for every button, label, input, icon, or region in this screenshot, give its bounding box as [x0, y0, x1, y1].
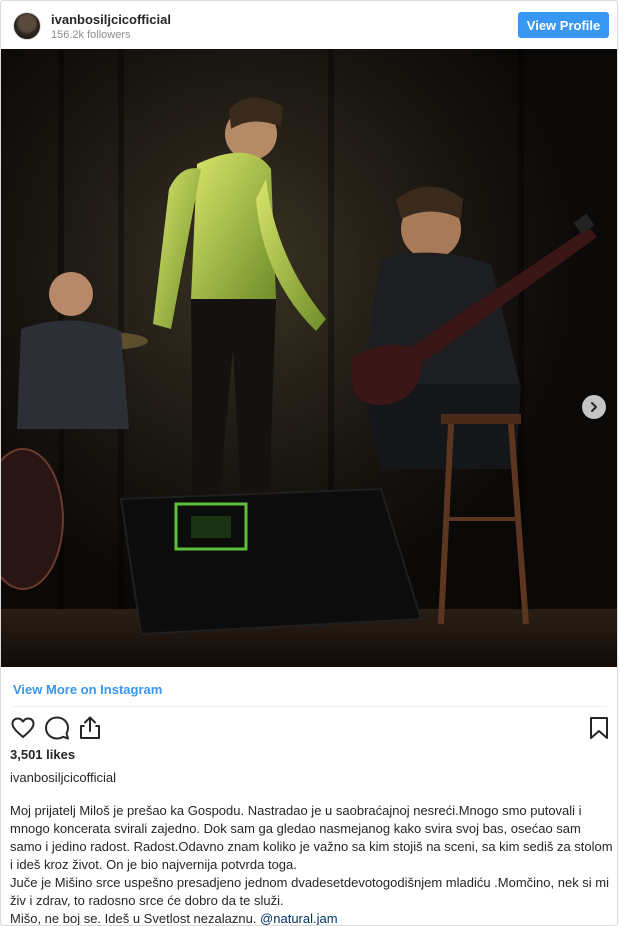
instagram-embed-card: ivanbosiljcicofficial 156.2k followers V… — [0, 0, 618, 926]
post-caption: Moj prijatelj Miloš je prešao ka Gospodu… — [10, 802, 614, 926]
caption-last-line: Mišo, ne boj se. Ideš u Svetlost nezalaz… — [10, 911, 257, 926]
avatar[interactable] — [13, 12, 41, 40]
post-photo[interactable] — [1, 49, 617, 667]
chevron-right-icon — [591, 402, 597, 412]
caption-paragraph: Moj prijatelj Miloš je prešao ka Gospodu… — [10, 803, 613, 872]
share-icon[interactable] — [77, 715, 103, 741]
follower-count: 156.2k followers — [51, 29, 131, 41]
next-photo-button[interactable] — [582, 395, 606, 419]
divider — [13, 706, 607, 707]
bookmark-icon[interactable] — [586, 715, 612, 741]
view-more-link[interactable]: View More on Instagram — [13, 682, 162, 697]
concert-photo-image — [1, 49, 617, 667]
view-profile-button[interactable]: View Profile — [518, 12, 609, 38]
like-count[interactable]: 3,501 likes — [10, 747, 75, 762]
username[interactable]: ivanbosiljcicofficial — [51, 12, 171, 27]
caption-paragraph: Juče je Mišino srce uspešno presadjeno j… — [10, 875, 610, 908]
caption-username[interactable]: ivanbosiljcicofficial — [10, 770, 116, 785]
heart-icon[interactable] — [10, 715, 36, 741]
mention-link[interactable]: @natural.jam — [260, 911, 338, 925]
comment-icon[interactable] — [44, 715, 70, 741]
action-bar — [1, 713, 617, 743]
post-header: ivanbosiljcicofficial 156.2k followers V… — [1, 1, 617, 49]
caption-paragraph: Mišo, ne boj se. Ideš u Svetlost nezalaz… — [10, 910, 614, 926]
